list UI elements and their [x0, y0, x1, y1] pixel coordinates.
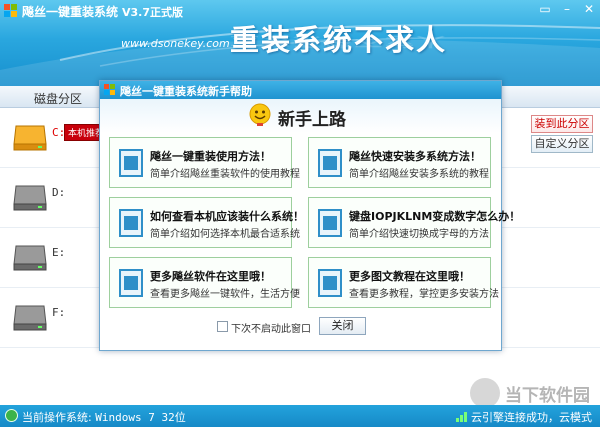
document-icon	[318, 269, 342, 297]
close-icon[interactable]: ✕	[582, 2, 596, 16]
help-card-multi-system[interactable]: 飚丝快速安装多系统方法！ 简单介绍飚丝安装多系统的教程	[308, 137, 491, 188]
os-status-icon	[5, 409, 18, 422]
help-dialog: 飚丝一键重装系统新手帮助 新手上路 飚丝一键重装使用方法！ 简单介绍飚丝重装软件…	[99, 80, 520, 351]
dont-show-again-label: 下次不启动此窗口	[231, 324, 311, 335]
dialog-logo-icon	[104, 84, 115, 95]
smiley-icon	[249, 103, 271, 126]
dialog-heading: 新手上路	[278, 110, 346, 130]
cloud-status: 云引擎连接成功，云模式	[471, 411, 592, 424]
watermark-text: 当下软件园	[505, 386, 590, 406]
dont-show-again-checkbox[interactable]	[217, 321, 228, 332]
app-header: 飚丝一键重装系统 V3.7正式版 www.dsonekey.com 重装系统不求人…	[0, 0, 600, 86]
help-card-more-software[interactable]: 更多飚丝软件在这里哦！ 查看更多飚丝一键软件，生活方便	[109, 257, 300, 308]
drive-f-icon	[13, 305, 47, 331]
app-version: V3.7正式版	[122, 6, 184, 19]
dialog-close-button[interactable]: 关闭	[319, 317, 366, 335]
help-card-usage[interactable]: 飚丝一键重装使用方法！ 简单介绍飚丝重装软件的使用教程	[109, 137, 300, 188]
drive-d-icon	[13, 185, 47, 211]
app-title-text: 飚丝一键重装系统	[22, 5, 119, 19]
card-description: 简单介绍如何选择本机最合适系统	[150, 229, 300, 240]
card-title: 如何查看本机应该装什么系统！	[150, 210, 304, 223]
card-description: 简单介绍飚丝安装多系统的教程	[349, 169, 489, 180]
document-icon	[119, 269, 143, 297]
document-icon	[318, 149, 342, 177]
partition-label: F:	[52, 306, 66, 319]
window-controls: ▭ – ✕	[538, 2, 596, 16]
card-description: 简单介绍快速切换成字母的方法	[349, 229, 489, 240]
site-url: www.dsonekey.com	[121, 37, 230, 50]
feedback-icon[interactable]: ▭	[538, 2, 552, 16]
install-to-partition-button[interactable]: 装到此分区	[531, 115, 593, 133]
partition-label: E:	[52, 246, 66, 259]
card-title: 飚丝一键重装使用方法！	[150, 150, 271, 163]
watermark-download-icon	[470, 378, 500, 408]
document-icon	[318, 209, 342, 237]
custom-partition-button[interactable]: 自定义分区	[531, 135, 593, 153]
dialog-heading-area: 新手上路	[100, 99, 501, 133]
card-description: 简单介绍飚丝重装软件的使用教程	[150, 169, 300, 180]
drive-e-icon	[13, 245, 47, 271]
os-status-label: 当前操作系统:	[22, 411, 92, 424]
status-bar: 当前操作系统: Windows 7 32位 云引擎连接成功，云模式	[0, 405, 600, 427]
app-title: 飚丝一键重装系统 V3.7正式版	[22, 3, 183, 20]
card-title: 飚丝快速安装多系统方法！	[349, 150, 481, 163]
card-description: 查看更多飚丝一键软件，生活方便	[150, 289, 300, 300]
card-title: 更多图文教程在这里哦！	[349, 270, 470, 283]
card-title: 键盘IOPJKLNM变成数字怎么办！	[349, 210, 521, 223]
document-icon	[119, 149, 143, 177]
card-description: 查看更多教程，掌控更多安装方法	[349, 289, 499, 300]
dialog-title: 飚丝一键重装系统新手帮助	[120, 85, 252, 98]
signal-icon	[456, 412, 467, 422]
help-card-more-tutorials[interactable]: 更多图文教程在这里哦！ 查看更多教程，掌控更多安装方法	[308, 257, 499, 308]
header-slogan-reflection: 重装系统不求人	[230, 34, 448, 50]
column-partition: 磁盘分区	[34, 92, 83, 106]
help-card-check-system[interactable]: 如何查看本机应该装什么系统！ 简单介绍如何选择本机最合适系统	[109, 197, 304, 248]
app-logo-icon	[4, 4, 17, 17]
document-icon	[119, 209, 143, 237]
os-status: 当前操作系统: Windows 7 32位	[22, 409, 186, 425]
help-card-keyboard[interactable]: 键盘IOPJKLNM变成数字怎么办！ 简单介绍快速切换成字母的方法	[308, 197, 520, 248]
os-status-value: Windows 7 32位	[95, 411, 186, 424]
partition-label: D:	[52, 186, 66, 199]
dialog-titlebar[interactable]: 飚丝一键重装系统新手帮助	[100, 81, 501, 99]
card-title: 更多飚丝软件在这里哦！	[150, 270, 271, 283]
drive-c-icon	[13, 125, 47, 151]
minimize-icon[interactable]: –	[560, 2, 574, 16]
